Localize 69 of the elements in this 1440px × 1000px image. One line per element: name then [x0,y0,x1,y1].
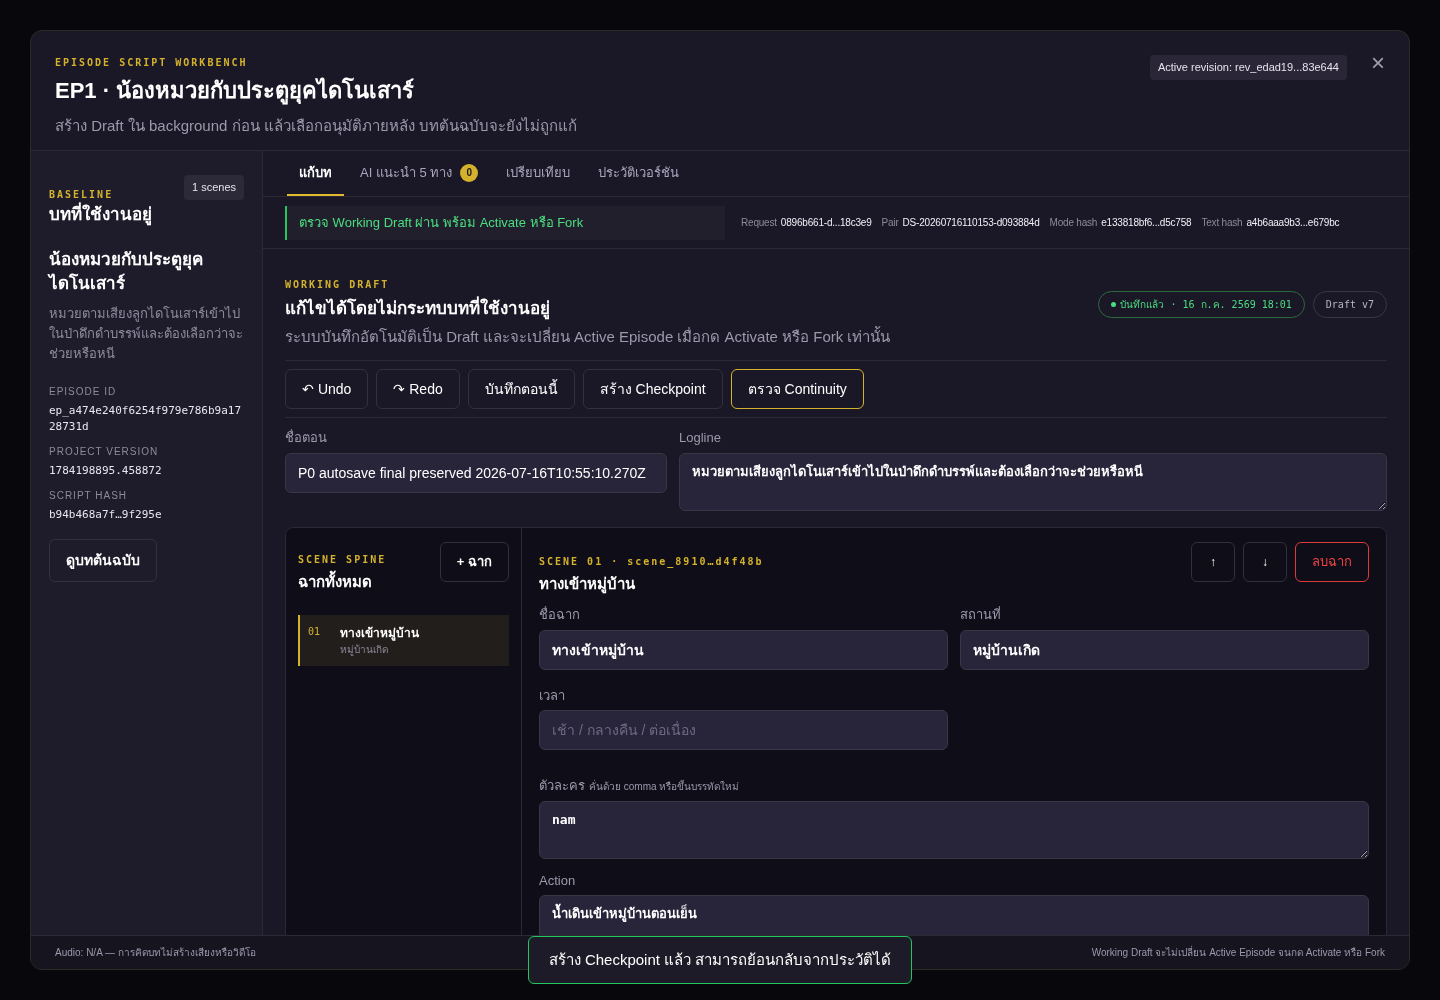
field-label: ชื่อฉาก [539,605,581,624]
section-description: ระบบบันทึกอัตโนมัติเป็น Draft และจะเปลี่ยน Active Episode เมื่อกด Activate หรือ Fork เท่านั้น [285,325,891,347]
meta-value: e133818bf6...d5c758 [1101,216,1192,230]
move-down-button[interactable]: ↓ [1243,541,1287,582]
meta-label: Request [741,216,777,230]
eyebrow-label: WORKING DRAFT [285,278,391,292]
section-title: แก้ไขได้โดยไม่กระทบบทที่ใช้งานอยู่ [285,296,891,322]
time-field[interactable]: เช้า / กลางคืน / ต่อเนื่อง [539,710,948,750]
count-badge: 0 [460,163,479,182]
move-up-button[interactable]: ↑ [1191,541,1235,582]
delete-scene-button[interactable]: ลบฉาก [1295,541,1369,582]
scene-title: ทางเข้าหมู่บ้าน [340,625,420,642]
meta-value: a4b6aaa9b3...e679bc [1246,216,1340,230]
field-label: เวลา [539,686,566,705]
view-original-button[interactable]: ดูบทต้นฉบับ [49,538,157,582]
tab[interactable]: เปรียบเทียบ [494,151,583,196]
field-label: ตัวละคร [539,777,585,795]
episode-title: น้องหมวยกับประตูยุคไดโนเสาร์ [49,248,204,295]
toolbar-button[interactable]: ตรวจ Continuity [730,369,864,409]
scene-field[interactable]: ทางเข้าหมู่บ้าน [539,629,948,670]
scene-heading: ทางเข้าหมู่บ้าน [539,573,636,595]
scene-count-badge: 1 scenes [183,175,244,200]
scene-location: หมู่บ้านเกิด [340,643,390,657]
footer-note: Working Draft จะไม่เปลี่ยน Active Episode จนกด Activate หรือ Fork [1091,945,1385,960]
toolbar-button[interactable]: ↷ Redo [376,369,460,409]
meta-label: Mode hash [1049,216,1098,230]
toolbar-button[interactable]: ↶ Undo [285,369,369,409]
meta-value: b94b468a7f…9f295e [49,506,163,523]
modal-title: EP1 · น้องหมวยกับประตูยุคไดโนเสาร์ [55,76,416,107]
scene-number: 01 [308,625,321,639]
toolbar-button[interactable]: สร้าง Checkpoint [582,369,723,409]
eyebrow-label: SCENE SPINE [298,552,387,567]
meta-value: 0896b661-d...18c3e9 [780,216,872,230]
field-label: ชื่อตอน [285,428,328,447]
eyebrow-label: EPISODE SCRIPT WORKBENCH [55,56,249,70]
tab[interactable]: แก้บท [287,151,344,196]
field-label: Action [539,871,577,890]
status-alert: ตรวจ Working Draft ผ่าน พร้อม Activate หรือ Fork [285,205,725,240]
field-label: สถานที่ [960,605,1002,624]
field-label: Logline [679,429,722,447]
scene-field[interactable]: หมู่บ้านเกิด [960,629,1369,670]
meta-value: 1784198895.458872 [49,462,163,479]
meta-value: ep_a474e240f6254f979e786b9a1728731d [49,402,243,435]
revision-badge: Active revision: rev_edad19...83e644 [1149,55,1347,80]
footer-note: Audio: N/A — การคิดบทไม่สร้างเสียงหรือวิดีโอ [55,946,256,960]
meta-label: Text hash [1201,216,1243,230]
toolbar-button[interactable]: บันทึกตอนนี้ [467,369,575,409]
section-heading: บทที่ใช้งานอยู่ [49,202,244,228]
episode-name-field[interactable]: P0 autosave final preserved 2026-07-16T10:55:10.270Z [285,452,667,493]
action-field[interactable]: น้ำเดินเข้าหมู่บ้านตอนเย็น [539,895,1369,935]
add-scene-button[interactable]: + ฉาก [439,541,509,582]
meta-label: PROJECT VERSION [49,444,160,459]
meta-label: Pair [881,216,899,230]
scene-list-item[interactable]: 01 ทางเข้าหมู่บ้าน หมู่บ้านเกิด [298,615,509,666]
modal-subtitle: สร้าง Draft ใน background ก่อน แล้วเลือกอนุมัติภายหลัง บทต้นฉบับจะยังไม่ถูกแก้ [55,116,577,138]
meta-value: DS-20260716110153-d093884d [902,216,1040,230]
field-hint: คั่นด้วย comma หรือขึ้นบรรทัดใหม่ [589,779,740,794]
logline-field[interactable]: หมวยตามเสียงลูกไดโนเสาร์เข้าไปในป่าดึกดำบรรพ์และต้องเลือกว่าจะช่วยหรือหนี [679,452,1387,511]
tab[interactable]: ประวัติเวอร์ชัน [586,151,692,196]
logline-text: หมวยตามเสียงลูกไดโนเสาร์เข้าไปในป่าดึกดำบรรพ์และต้องเลือกว่าจะช่วยหรือหนี [49,304,244,363]
meta-label: SCRIPT HASH [49,488,129,503]
eyebrow-label: BASELINE [49,188,114,202]
meta-label: EPISODE ID [49,384,118,399]
toast-notification: สร้าง Checkpoint แล้ว สามารถย้อนกลับจากประวัติได้ [528,936,912,984]
section-title: ฉากทั้งหมด [298,570,373,592]
characters-field[interactable]: nam [539,800,1369,859]
close-button[interactable]: × [1371,51,1385,75]
tab[interactable]: AI แนะนำ 5 ทาง 0 [348,151,491,196]
eyebrow-label: SCENE 01 · scene_8910…d4f48b [539,554,764,569]
